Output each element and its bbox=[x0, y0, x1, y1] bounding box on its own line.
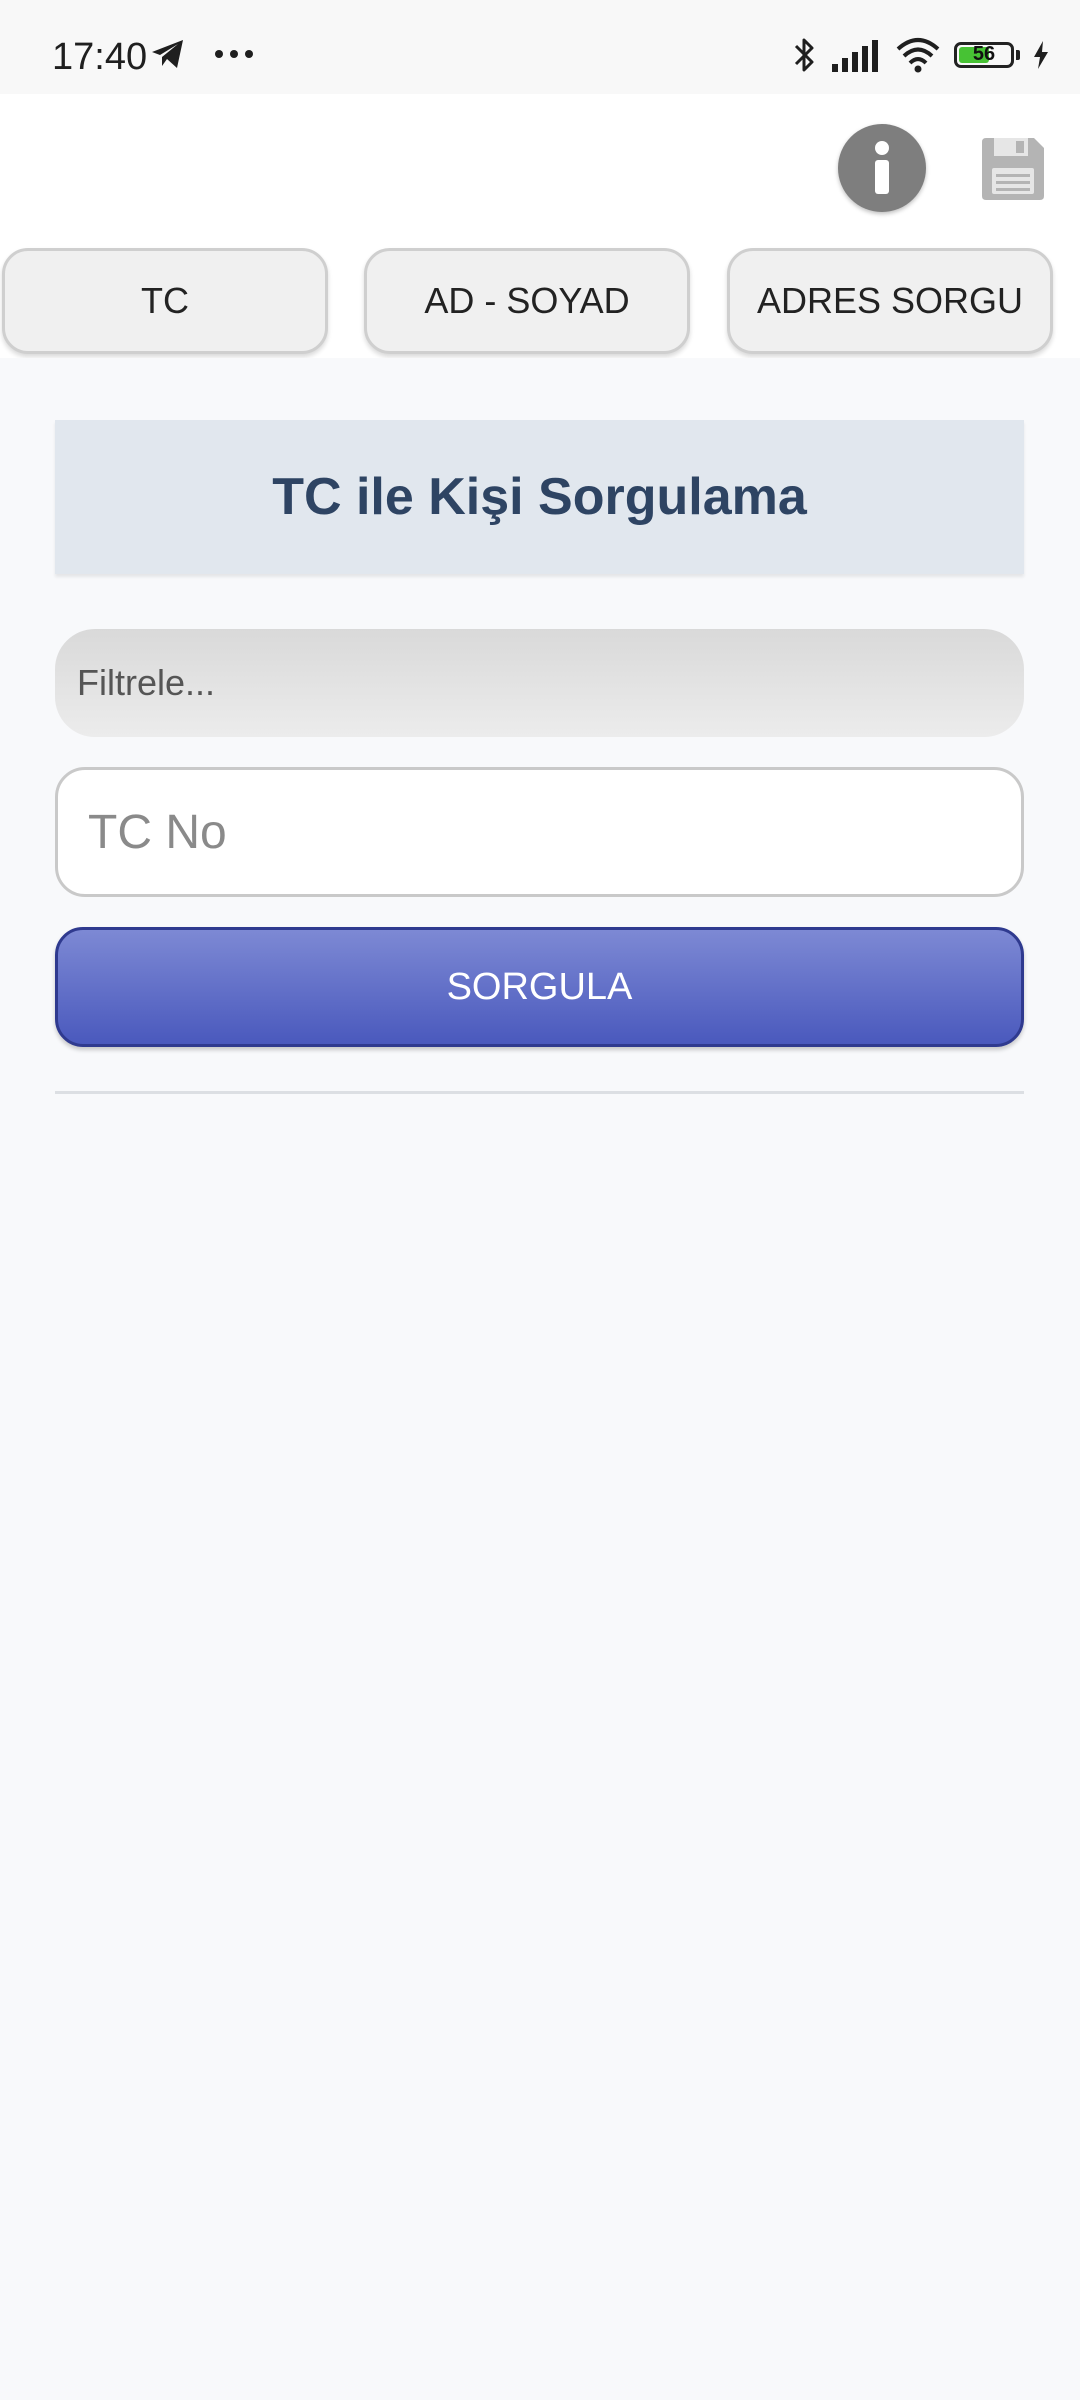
battery-icon: 56 bbox=[954, 42, 1014, 68]
query-button[interactable]: SORGULA bbox=[55, 927, 1024, 1047]
info-icon bbox=[875, 141, 889, 194]
tab-tc[interactable]: TC bbox=[2, 248, 328, 354]
tc-no-input[interactable] bbox=[55, 767, 1024, 897]
tab-adres-sorgu[interactable]: ADRES SORGU bbox=[727, 248, 1053, 354]
more-icon bbox=[215, 50, 253, 58]
charging-icon bbox=[1034, 41, 1048, 69]
save-button[interactable] bbox=[978, 134, 1048, 204]
telegram-icon bbox=[152, 40, 183, 68]
main-content: TC ile Kişi Sorgulama SORGULA bbox=[0, 358, 1080, 2400]
status-left-icons bbox=[150, 38, 254, 70]
divider bbox=[55, 1091, 1024, 1094]
status-right-icons: 56 bbox=[792, 36, 1050, 74]
bluetooth-icon bbox=[794, 38, 814, 72]
status-time: 17:40 bbox=[52, 36, 148, 78]
filter-input[interactable] bbox=[55, 629, 1024, 737]
wifi-icon bbox=[896, 38, 940, 73]
battery-level: 56 bbox=[972, 43, 996, 65]
app-header: TC AD - SOYAD ADRES SORGU bbox=[0, 94, 1080, 358]
page-title: TC ile Kişi Sorgulama bbox=[272, 468, 807, 526]
signal-icon bbox=[832, 40, 878, 72]
floppy-disk-icon bbox=[982, 138, 1044, 200]
status-bar: 17:40 56 bbox=[0, 0, 1080, 94]
tab-ad-soyad[interactable]: AD - SOYAD bbox=[364, 248, 690, 354]
info-button[interactable] bbox=[838, 124, 926, 212]
battery-tip bbox=[1016, 50, 1020, 60]
title-box: TC ile Kişi Sorgulama bbox=[55, 420, 1024, 574]
